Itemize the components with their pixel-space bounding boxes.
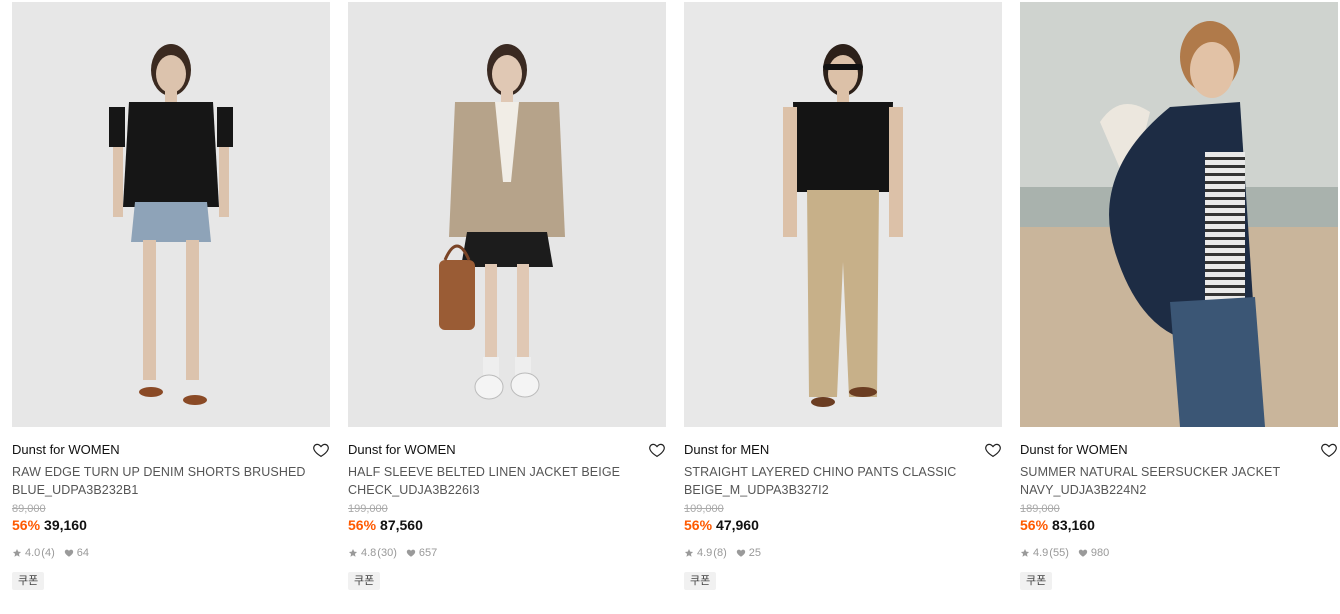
- brand-row: Dunst for MEN: [684, 439, 1002, 461]
- sale-price: 39,160: [44, 517, 87, 533]
- star-icon: [12, 548, 22, 558]
- like-count: 980: [1090, 547, 1110, 559]
- rating-group: 4.9 (8): [684, 546, 727, 560]
- rating-group: 4.9 (55): [1020, 546, 1069, 560]
- like-count: 25: [748, 547, 761, 559]
- original-price: 189,000: [1020, 503, 1060, 515]
- discount-rate: 56%: [348, 517, 377, 533]
- original-price: 109,000: [684, 503, 724, 515]
- rating-value: 4.8: [361, 547, 377, 559]
- price-row: 56% 83,160: [1020, 516, 1338, 534]
- wishlist-heart-icon[interactable]: [312, 441, 330, 459]
- coupon-badge: 쿠폰: [1020, 572, 1053, 590]
- coupon-badge: 쿠폰: [684, 572, 717, 590]
- price-row: 56% 87,560: [348, 516, 666, 534]
- star-icon: [348, 548, 358, 558]
- product-name[interactable]: RAW EDGE TURN UP DENIM SHORTS BRUSHED BL…: [12, 463, 330, 499]
- star-icon: [684, 548, 694, 558]
- product-meta: 4.0 (4) 64: [12, 546, 330, 560]
- review-count: (8): [713, 547, 727, 559]
- like-count: 64: [76, 547, 89, 559]
- product-grid: Dunst for WOMEN RAW EDGE TURN UP DENIM S…: [0, 0, 1340, 614]
- brand-link[interactable]: Dunst for MEN: [684, 442, 769, 457]
- price-row: 56% 47,960: [684, 516, 1002, 534]
- product-meta: 4.9 (55) 980: [1020, 546, 1338, 560]
- discount-rate: 56%: [12, 517, 41, 533]
- rating-group: 4.0 (4): [12, 546, 55, 560]
- product-image[interactable]: [12, 2, 330, 427]
- review-count: (55): [1049, 547, 1069, 559]
- heart-filled-icon: [1078, 548, 1088, 558]
- rating-value: 4.0: [25, 547, 41, 559]
- heart-filled-icon: [406, 548, 416, 558]
- product-name[interactable]: HALF SLEEVE BELTED LINEN JACKET BEIGE CH…: [348, 463, 666, 499]
- wishlist-heart-icon[interactable]: [648, 441, 666, 459]
- brand-row: Dunst for WOMEN: [348, 439, 666, 461]
- sale-price: 83,160: [1052, 517, 1095, 533]
- brand-row: Dunst for WOMEN: [1020, 439, 1338, 461]
- likes-group: 980: [1078, 546, 1109, 560]
- original-price: 89,000: [12, 503, 46, 515]
- product-name[interactable]: SUMMER NATURAL SEERSUCKER JACKET NAVY_UD…: [1020, 463, 1338, 499]
- product-image[interactable]: [348, 2, 666, 427]
- product-card[interactable]: Dunst for WOMEN SUMMER NATURAL SEERSUCKE…: [1020, 2, 1338, 590]
- rating-value: 4.9: [1033, 547, 1049, 559]
- likes-group: 25: [736, 546, 761, 560]
- product-card[interactable]: Dunst for WOMEN HALF SLEEVE BELTED LINEN…: [348, 2, 666, 590]
- brand-link[interactable]: Dunst for WOMEN: [348, 442, 456, 457]
- coupon-badge: 쿠폰: [348, 572, 381, 590]
- star-icon: [1020, 548, 1030, 558]
- coupon-badge: 쿠폰: [12, 572, 45, 590]
- wishlist-heart-icon[interactable]: [1320, 441, 1338, 459]
- heart-filled-icon: [64, 548, 74, 558]
- product-meta: 4.8 (30) 657: [348, 546, 666, 560]
- likes-group: 64: [64, 546, 89, 560]
- like-count: 657: [418, 547, 438, 559]
- likes-group: 657: [406, 546, 437, 560]
- brand-link[interactable]: Dunst for WOMEN: [12, 442, 120, 457]
- sale-price: 47,960: [716, 517, 759, 533]
- product-image[interactable]: [684, 2, 1002, 427]
- sale-price: 87,560: [380, 517, 423, 533]
- discount-rate: 56%: [1020, 517, 1049, 533]
- heart-filled-icon: [736, 548, 746, 558]
- original-price: 199,000: [348, 503, 388, 515]
- price-row: 56% 39,160: [12, 516, 330, 534]
- product-card[interactable]: Dunst for WOMEN RAW EDGE TURN UP DENIM S…: [12, 2, 330, 590]
- brand-link[interactable]: Dunst for WOMEN: [1020, 442, 1128, 457]
- rating-value: 4.9: [697, 547, 713, 559]
- wishlist-heart-icon[interactable]: [984, 441, 1002, 459]
- product-meta: 4.9 (8) 25: [684, 546, 1002, 560]
- rating-group: 4.8 (30): [348, 546, 397, 560]
- review-count: (4): [41, 547, 55, 559]
- brand-row: Dunst for WOMEN: [12, 439, 330, 461]
- product-name[interactable]: STRAIGHT LAYERED CHINO PANTS CLASSIC BEI…: [684, 463, 1002, 499]
- product-card[interactable]: Dunst for MEN STRAIGHT LAYERED CHINO PAN…: [684, 2, 1002, 590]
- product-image[interactable]: [1020, 2, 1338, 427]
- discount-rate: 56%: [684, 517, 713, 533]
- review-count: (30): [377, 547, 397, 559]
